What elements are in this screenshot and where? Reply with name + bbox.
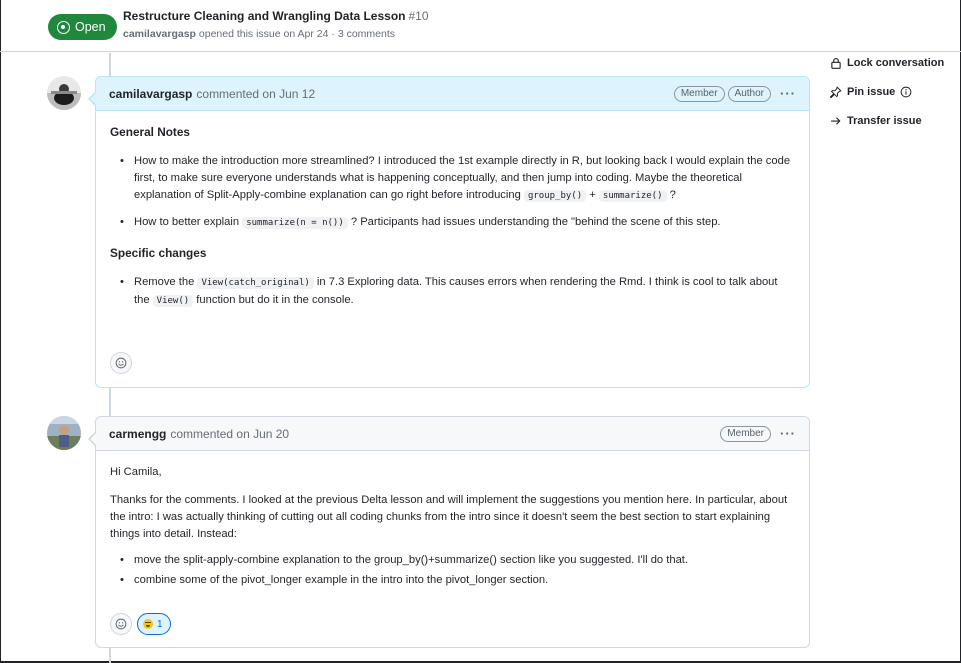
timeline-line — [109, 53, 111, 76]
specific-changes-list: Remove the View(catch_original) in 7.3 E… — [110, 274, 795, 310]
member-badge: Member — [720, 425, 771, 442]
issue-title: Restructure Cleaning and Wrangling Data … — [123, 9, 429, 23]
pin-issue-label: Pin issue — [847, 86, 896, 98]
comment-header: camilavargasp commented on Jun 12 Member… — [96, 77, 809, 111]
list-item-text: + — [589, 189, 596, 201]
add-reaction-button[interactable] — [110, 613, 132, 635]
issue-state-badge: Open — [48, 14, 117, 40]
reaction-laugh-button[interactable]: 1 — [137, 613, 171, 635]
issue-sidebar: Lock conversation Pin issue Transfer iss… — [830, 56, 955, 143]
comment-list: move the split-apply-combine explanation… — [110, 552, 795, 589]
list-item: Remove the View(catch_original) in 7.3 E… — [110, 274, 795, 310]
comment-greeting: Hi Camila, — [110, 466, 162, 478]
issue-opener-link[interactable]: camilavargasp — [123, 28, 196, 40]
issue-number: #10 — [408, 9, 429, 23]
comment-header: carmengg commented on Jun 20 Member ··· — [96, 417, 809, 451]
inline-code: group_by() — [523, 190, 587, 202]
issue-header: Open Restructure Cleaning and Wrangling … — [0, 0, 961, 52]
add-reaction-button[interactable] — [110, 352, 132, 374]
list-item-text: function but do it in the console. — [196, 294, 354, 306]
inline-code: View(catch_original) — [197, 277, 314, 289]
avatar[interactable] — [47, 76, 81, 110]
lock-icon — [831, 57, 841, 69]
comment-author[interactable]: camilavargasp — [109, 87, 192, 101]
lock-conversation-label: Lock conversation — [847, 57, 945, 69]
general-notes-list: How to make the introduction more stream… — [110, 153, 795, 232]
pin-icon — [830, 86, 842, 98]
comment-body: Hi Camila, Thanks for the comments. I lo… — [96, 464, 809, 589]
comment-options-icon[interactable]: ··· — [780, 87, 796, 100]
inline-code: summarize(n = n()) — [242, 217, 348, 229]
transfer-issue-label: Transfer issue — [847, 115, 922, 127]
avatar-image — [47, 76, 81, 110]
general-notes-heading: General Notes — [110, 125, 190, 139]
issue-meta-text: opened this issue on Apr 24 · 3 comments — [198, 28, 396, 40]
comment-options-icon[interactable]: ··· — [780, 427, 796, 440]
issue-meta: camilavargasp opened this issue on Apr 2… — [123, 28, 395, 40]
list-item-text: Remove the — [134, 276, 195, 288]
smiley-icon — [115, 357, 127, 369]
issue-title-text: Restructure Cleaning and Wrangling Data … — [123, 9, 406, 23]
pin-issue-button[interactable]: Pin issue — [830, 85, 955, 99]
smiley-icon — [115, 618, 127, 630]
avatar[interactable] — [47, 416, 81, 450]
timeline-line — [109, 388, 111, 416]
list-item-text: ? Participants had issues understanding … — [350, 216, 721, 228]
comment-author[interactable]: carmengg — [109, 427, 166, 441]
comment-card: camilavargasp commented on Jun 12 Member… — [88, 76, 810, 388]
laugh-emoji-icon — [143, 619, 153, 629]
author-badge: Author — [727, 85, 771, 102]
issue-opened-icon — [57, 20, 70, 34]
list-item: combine some of the pivot_longer example… — [110, 572, 795, 589]
info-icon[interactable] — [900, 86, 912, 98]
inline-code: View() — [152, 295, 194, 307]
list-item-text: How to make the introduction more stream… — [134, 155, 791, 201]
list-item-text: ? — [669, 189, 676, 201]
specific-changes-heading: Specific changes — [110, 246, 207, 260]
list-item: How to make the introduction more stream… — [110, 153, 795, 205]
transfer-issue-button[interactable]: Transfer issue — [830, 114, 955, 128]
list-item-text: How to better explain — [134, 216, 240, 228]
comment-action[interactable]: commented on Jun 12 — [196, 87, 315, 101]
list-item: How to better explain summarize(n = n())… — [110, 214, 795, 232]
lock-conversation-button[interactable]: Lock conversation — [830, 56, 955, 70]
member-badge: Member — [673, 85, 725, 102]
avatar-image — [47, 416, 81, 450]
inline-code: summarize() — [598, 190, 667, 202]
comment-action[interactable]: commented on Jun 20 — [170, 427, 289, 441]
comment-card: carmengg commented on Jun 20 Member ··· … — [88, 416, 810, 648]
arrow-right-icon — [830, 117, 841, 125]
issue-state-label: Open — [75, 20, 106, 34]
list-item: move the split-apply-combine explanation… — [110, 552, 795, 569]
comment-paragraph: Thanks for the comments. I looked at the… — [110, 494, 788, 540]
comment-body: General Notes How to make the introducti… — [96, 124, 809, 310]
timeline-line — [109, 648, 111, 663]
reaction-count: 1 — [157, 618, 163, 630]
